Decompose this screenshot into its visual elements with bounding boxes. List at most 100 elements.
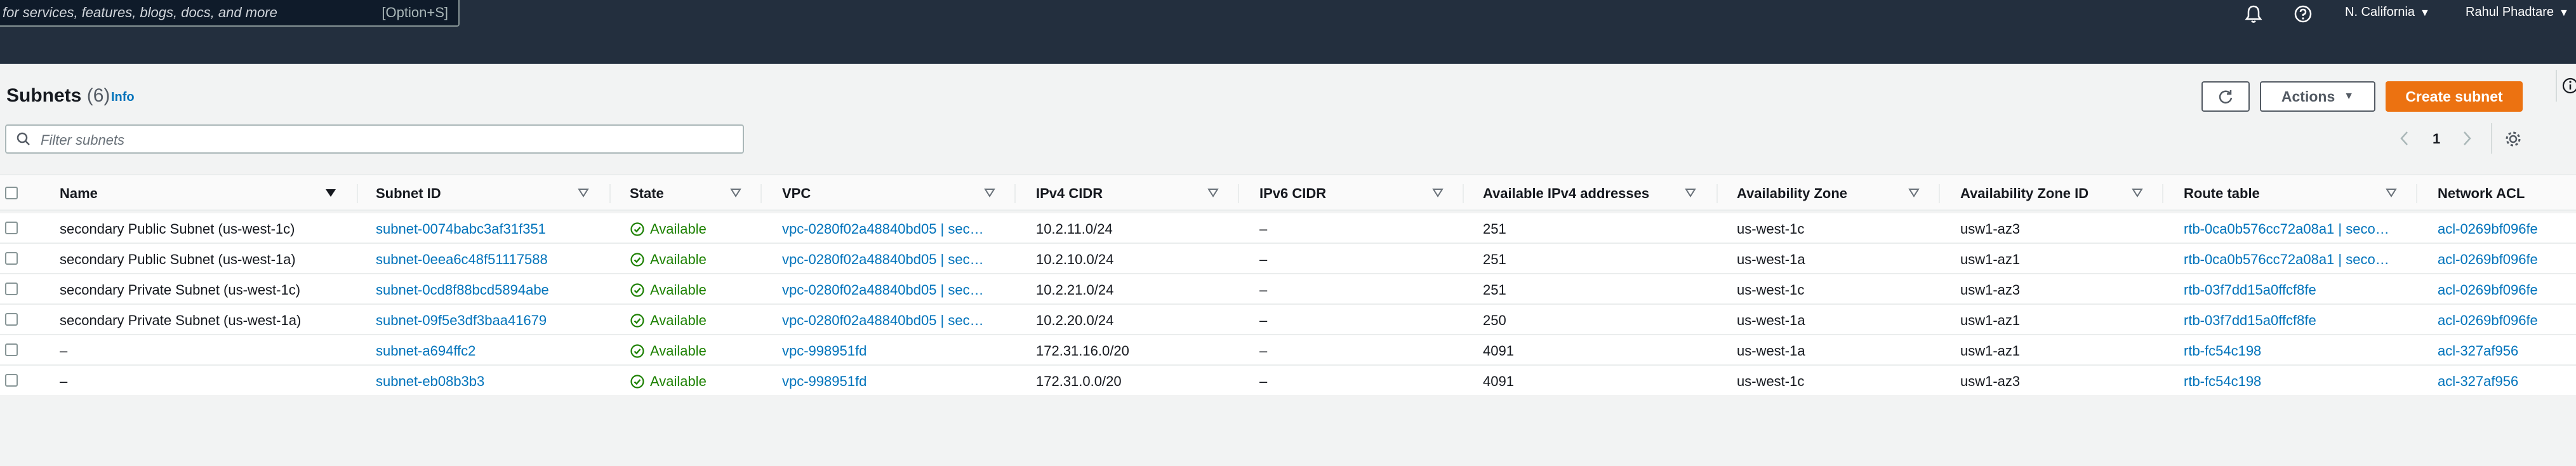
column-divider [1463, 184, 1464, 203]
status-label: Available [650, 282, 707, 298]
cell-name: – [60, 343, 68, 359]
cell-ipv4: 10.2.20.0/24 [1036, 312, 1114, 328]
cell-route[interactable]: rtb-03f7dd15a0ffcf8fe [2184, 312, 2397, 329]
cell-ipv6: – [1259, 282, 1268, 298]
column-header-ipv4-cidr[interactable]: IPv4 CIDR [1036, 185, 1103, 202]
cell-vpc[interactable]: vpc-998951fd [782, 373, 995, 390]
caret-down-icon: ▼ [2420, 8, 2430, 18]
cell-route[interactable]: rtb-fc54c198 [2184, 373, 2397, 390]
region-selector[interactable]: N. California ▼ [2345, 5, 2430, 20]
sort-icon[interactable] [576, 187, 590, 199]
column-header-subnet-id[interactable]: Subnet ID [376, 185, 441, 202]
select-all-checkbox[interactable] [5, 187, 18, 199]
cell-az-id: usw1-az3 [1960, 282, 2021, 298]
row-checkbox[interactable] [5, 374, 18, 387]
column-header-network-acl[interactable]: Network ACL [2438, 185, 2525, 202]
sort-icon[interactable] [1206, 187, 1220, 199]
cell-subnet-id[interactable]: subnet-0eea6c48f51117588 [376, 251, 604, 268]
check-circle-icon [630, 314, 644, 328]
cell-route[interactable]: rtb-fc54c198 [2184, 343, 2397, 359]
cell-subnet-id[interactable]: subnet-a694ffc2 [376, 343, 604, 359]
info-link[interactable]: Info [111, 90, 135, 105]
cell-route[interactable]: rtb-03f7dd15a0ffcf8fe [2184, 282, 2397, 298]
column-divider [2416, 184, 2417, 203]
cell-acl[interactable]: acl-327af956 [2438, 343, 2576, 359]
refresh-button[interactable] [2201, 81, 2250, 112]
cell-acl[interactable]: acl-0269bf096fe [2438, 312, 2576, 329]
column-divider [2162, 184, 2163, 203]
cell-ipv4: 10.2.21.0/24 [1036, 282, 1114, 298]
cell-vpc[interactable]: vpc-0280f02a48840bd05 | sec… [782, 282, 995, 298]
page-title: Subnets (6) [6, 85, 110, 107]
caret-down-icon: ▼ [2558, 8, 2569, 18]
column-header-available-ipv4[interactable]: Available IPv4 addresses [1483, 185, 1649, 202]
row-checkbox[interactable] [5, 252, 18, 265]
cell-acl[interactable]: acl-0269bf096fe [2438, 221, 2576, 237]
cell-ipv6: – [1259, 373, 1268, 389]
row-checkbox[interactable] [5, 283, 18, 295]
cell-vpc[interactable]: vpc-0280f02a48840bd05 | sec… [782, 312, 995, 329]
user-name: Rahul Phadtare [2466, 5, 2554, 19]
column-header-state[interactable]: State [630, 185, 664, 202]
sort-icon[interactable] [983, 187, 997, 199]
cell-az: us-west-1c [1737, 282, 1805, 298]
row-checkbox[interactable] [5, 343, 18, 356]
column-header-name[interactable]: Name [60, 185, 98, 202]
side-panel-toggle[interactable] [2556, 70, 2576, 102]
row-checkbox[interactable] [5, 222, 18, 234]
cell-available: 251 [1483, 221, 1506, 237]
sort-icon[interactable] [1683, 187, 1697, 199]
next-page-icon[interactable] [2459, 130, 2474, 147]
check-circle-icon [630, 222, 644, 236]
global-search-input[interactable]: for services, features, blogs, docs, and… [0, 0, 460, 27]
sort-icon[interactable] [1431, 187, 1445, 199]
help-icon[interactable] [2290, 1, 2316, 27]
cell-vpc[interactable]: vpc-0280f02a48840bd05 | sec… [782, 221, 995, 237]
cell-vpc[interactable]: vpc-998951fd [782, 343, 995, 359]
cell-az: us-west-1a [1737, 251, 1805, 267]
column-header-availability-zone[interactable]: Availability Zone [1737, 185, 1847, 202]
cell-vpc[interactable]: vpc-0280f02a48840bd05 | sec… [782, 251, 995, 268]
page-number[interactable]: 1 [2433, 131, 2440, 147]
table-row[interactable]: – subnet-eb08b3b3 Available vpc-998951fd 172… [0, 366, 2576, 396]
cell-state: Available [630, 221, 757, 237]
actions-button[interactable]: Actions ▼ [2260, 81, 2375, 112]
table-row[interactable]: secondary Private Subnet (us-west-1a) sub… [0, 305, 2576, 335]
sort-icon[interactable] [2384, 187, 2398, 199]
cell-acl[interactable]: acl-327af956 [2438, 373, 2576, 390]
column-header-ipv6-cidr[interactable]: IPv6 CIDR [1259, 185, 1326, 202]
cell-route[interactable]: rtb-0ca0b576cc72a08a1 | seco… [2184, 251, 2397, 268]
cell-az-id: usw1-az1 [1960, 343, 2021, 359]
table-row[interactable]: secondary Private Subnet (us-west-1c) sub… [0, 274, 2576, 305]
column-header-availability-zone-id[interactable]: Availability Zone ID [1960, 185, 2088, 202]
cell-subnet-id[interactable]: subnet-eb08b3b3 [376, 373, 604, 390]
column-header-vpc[interactable]: VPC [782, 185, 811, 202]
check-circle-icon [630, 283, 644, 297]
row-checkbox[interactable] [5, 313, 18, 326]
cell-subnet-id[interactable]: subnet-09f5e3df3baa41679 [376, 312, 604, 329]
create-subnet-button[interactable]: Create subnet [2386, 81, 2523, 112]
bell-icon[interactable] [2241, 1, 2266, 27]
cell-available: 4091 [1483, 343, 1514, 359]
account-menu[interactable]: Rahul Phadtare ▼ [2466, 5, 2569, 20]
previous-page-icon[interactable] [2397, 130, 2412, 147]
sort-descending-icon[interactable] [324, 187, 338, 199]
cell-acl[interactable]: acl-0269bf096fe [2438, 282, 2576, 298]
status-label: Available [650, 221, 707, 237]
column-header-route-table[interactable]: Route table [2184, 185, 2260, 202]
table-row[interactable]: secondary Public Subnet (us-west-1c) subn… [0, 213, 2576, 244]
cell-subnet-id[interactable]: subnet-0cd8f88bcd5894abe [376, 282, 604, 298]
cell-name: secondary Public Subnet (us-west-1a) [60, 251, 296, 267]
cell-ipv6: – [1259, 221, 1268, 237]
table-row[interactable]: – subnet-a694ffc2 Available vpc-998951fd 172… [0, 335, 2576, 366]
cell-subnet-id[interactable]: subnet-0074babc3af31f351 [376, 221, 604, 237]
sort-icon[interactable] [729, 187, 743, 199]
sort-icon[interactable] [2130, 187, 2144, 199]
table-row[interactable]: secondary Public Subnet (us-west-1a) subn… [0, 244, 2576, 274]
cell-acl[interactable]: acl-0269bf096fe [2438, 251, 2576, 268]
cell-route[interactable]: rtb-0ca0b576cc72a08a1 | seco… [2184, 221, 2397, 237]
filter-subnets-input[interactable]: Filter subnets [5, 124, 744, 154]
refresh-icon [2219, 90, 2233, 103]
sort-icon[interactable] [1907, 187, 1921, 199]
settings-gear-icon[interactable] [2504, 130, 2523, 149]
